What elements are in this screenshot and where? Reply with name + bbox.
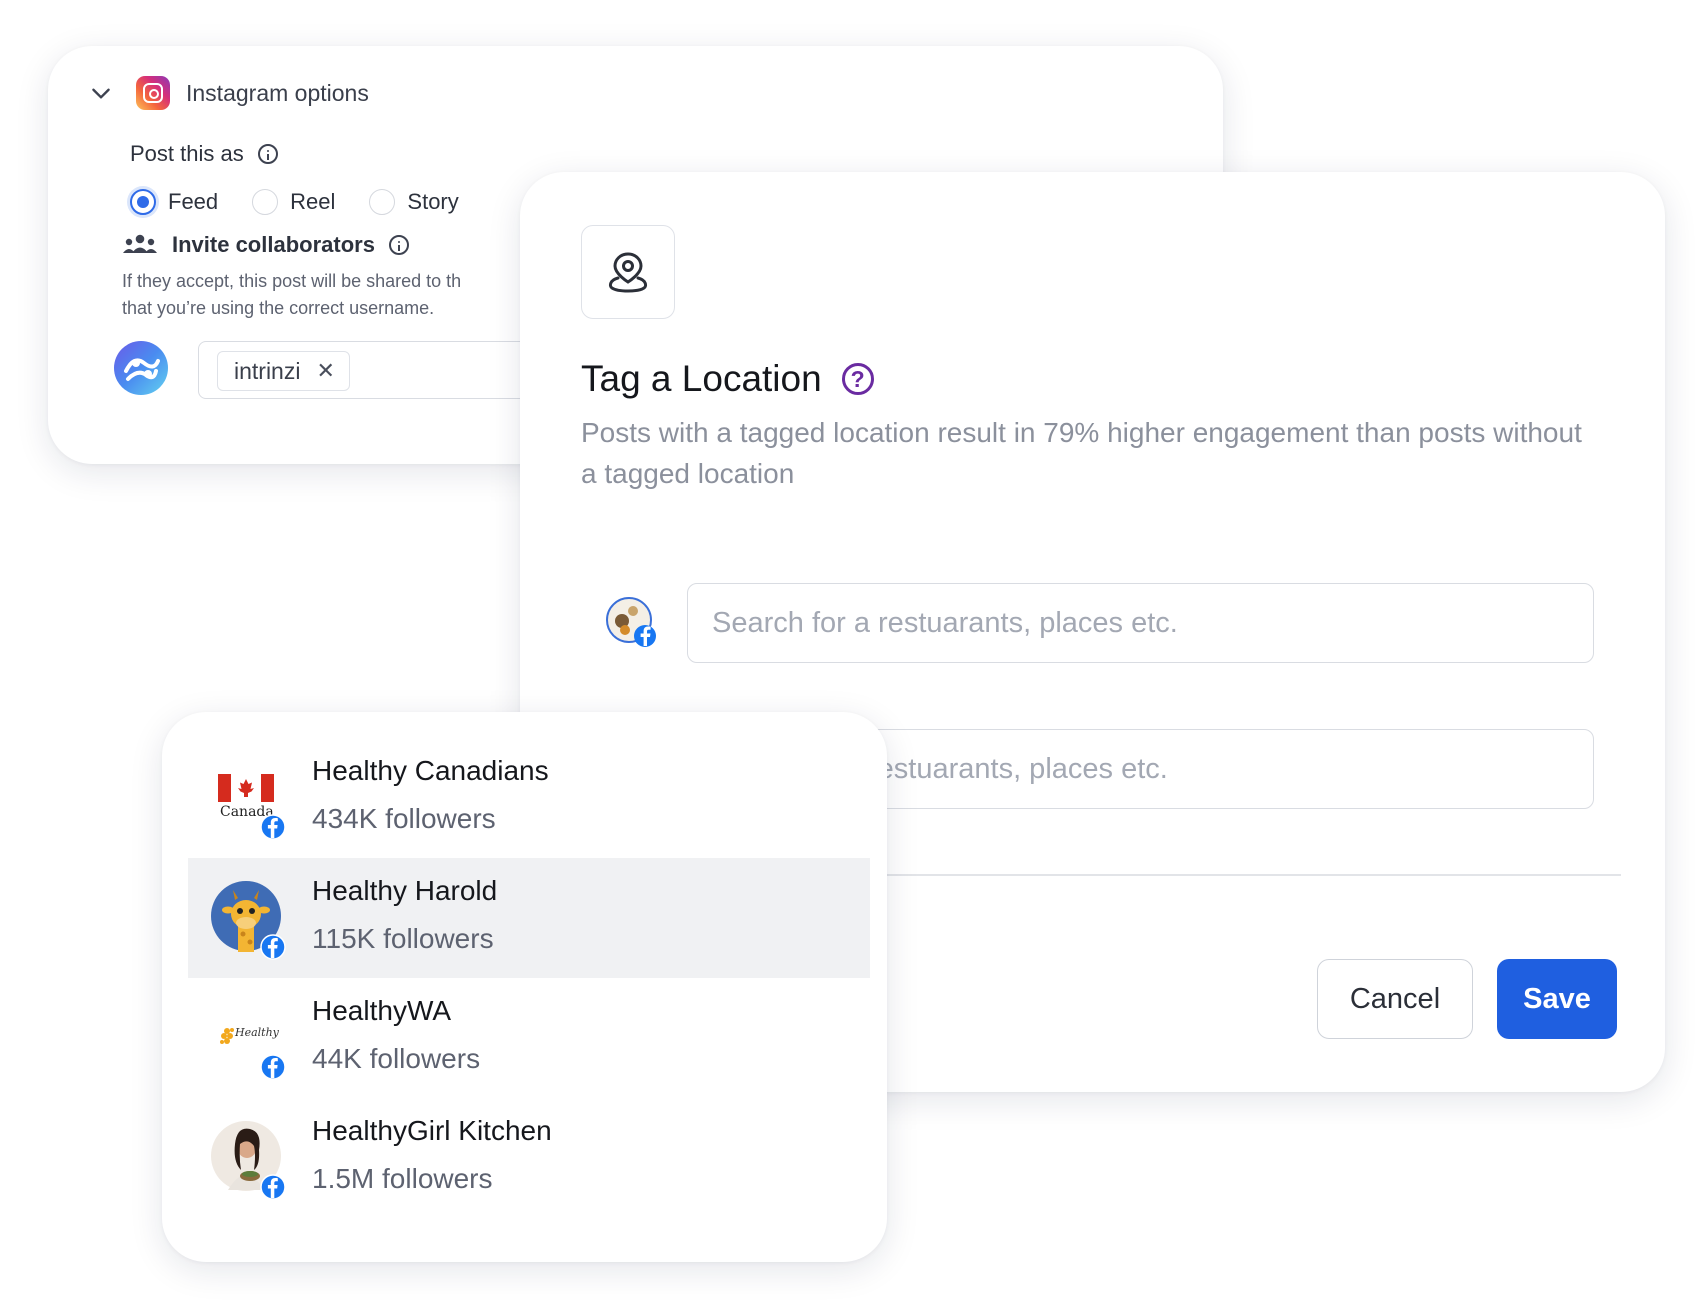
radio-reel-label: Reel xyxy=(290,189,336,214)
page-avatar xyxy=(606,597,656,647)
post-as-label: Post this as xyxy=(130,141,244,166)
location-pin-icon-box xyxy=(581,225,675,319)
radio-story-label: Story xyxy=(407,189,459,214)
result-name: HealthyGirl Kitchen xyxy=(312,1115,552,1146)
radio-story[interactable]: Story xyxy=(369,189,459,215)
result-item-healthy-canadians[interactable]: Canada Healthy Canadians 434K followers xyxy=(188,738,870,858)
radio-reel-indicator[interactable] xyxy=(252,189,279,215)
result-name: Healthy Harold xyxy=(312,875,498,906)
info-icon[interactable] xyxy=(388,235,409,255)
result-text: HealthyWA 44K followers xyxy=(312,991,480,1079)
collaborators-description-line-2: that you’re using the correct username. xyxy=(122,298,435,318)
invite-collaborators-label: Invite collaborators xyxy=(172,232,375,257)
dialog-subtitle: Posts with a tagged location result in 7… xyxy=(581,417,1582,489)
healthywa-wordmark: Healthy WA xyxy=(234,1026,282,1039)
info-icon[interactable] xyxy=(257,144,278,164)
question-mark-icon[interactable]: ? xyxy=(841,363,874,395)
close-icon[interactable]: ✕ xyxy=(316,358,334,384)
dialog-title: Tag a Location xyxy=(581,358,822,399)
post-as-label-row: Post this as xyxy=(130,141,278,167)
collaborator-chip: intrinzi ✕ xyxy=(217,351,350,391)
instagram-options-header[interactable]: Instagram options xyxy=(88,76,369,110)
collaborators-description: If they accept, this post will be shared… xyxy=(122,268,542,322)
radio-feed-label: Feed xyxy=(168,189,219,214)
save-button[interactable]: Save xyxy=(1497,959,1617,1039)
result-item-healthy-harold[interactable]: Healthy Harold 115K followers xyxy=(188,858,870,978)
result-text: Healthy Harold 115K followers xyxy=(312,871,497,959)
result-text: Healthy Canadians 434K followers xyxy=(312,751,549,839)
facebook-icon xyxy=(260,814,286,840)
result-followers: 1.5M followers xyxy=(312,1163,493,1194)
collaborators-description-line-1: If they accept, this post will be shared… xyxy=(122,271,462,291)
result-text: HealthyGirl Kitchen 1.5M followers xyxy=(312,1111,552,1199)
radio-feed-indicator[interactable] xyxy=(130,189,156,215)
result-followers: 434K followers xyxy=(312,803,496,834)
location-pin-icon xyxy=(608,252,648,293)
users-group-icon xyxy=(123,234,157,253)
result-item-healthywa[interactable]: Healthy WA HealthyWA 44K followers xyxy=(188,978,870,1098)
instagram-options-title: Instagram options xyxy=(186,79,369,106)
facebook-icon xyxy=(260,1054,286,1080)
facebook-icon xyxy=(260,934,286,960)
result-name: Healthy Canadians xyxy=(312,755,549,786)
instagram-icon xyxy=(136,76,170,110)
facebook-icon xyxy=(260,1174,286,1200)
post-type-radio-group: Feed Reel Story xyxy=(130,189,493,215)
location-search-input[interactable] xyxy=(687,583,1594,663)
dialog-title-row: Tag a Location ? xyxy=(581,358,874,400)
invite-collaborators-row: Invite collaborators xyxy=(122,232,409,258)
radio-feed[interactable]: Feed xyxy=(130,189,218,215)
cancel-button[interactable]: Cancel xyxy=(1317,959,1473,1039)
radio-story-indicator[interactable] xyxy=(369,189,396,215)
collaborator-chip-label: intrinzi xyxy=(234,357,301,384)
location-results-dropdown: Canada Healthy Canadians 434K followers xyxy=(162,712,887,1262)
radio-reel[interactable]: Reel xyxy=(252,189,335,215)
result-followers: 115K followers xyxy=(312,923,494,954)
result-item-healthygirl-kitchen[interactable]: HealthyGirl Kitchen 1.5M followers xyxy=(188,1098,870,1218)
chevron-down-icon[interactable] xyxy=(88,80,114,106)
result-followers: 44K followers xyxy=(312,1043,481,1074)
result-name: HealthyWA xyxy=(312,995,452,1026)
intrinzi-avatar xyxy=(114,341,168,395)
